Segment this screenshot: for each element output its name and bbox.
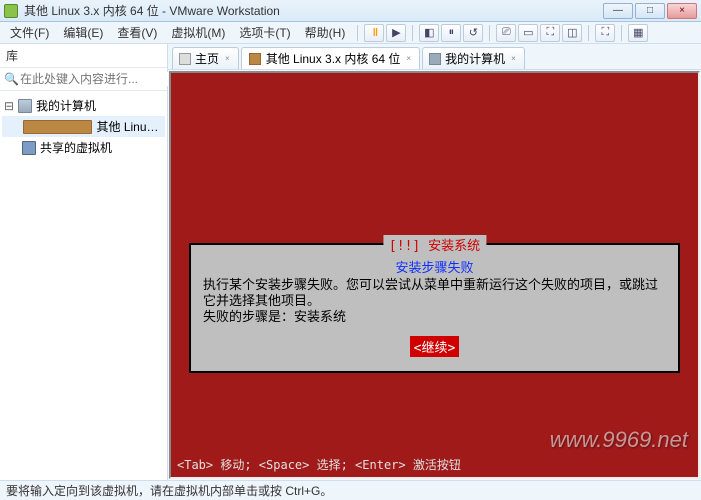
tree-label: 共享的虚拟机 [40, 139, 163, 156]
menu-vm[interactable]: 虚拟机(M) [165, 22, 231, 43]
search-input[interactable] [20, 72, 175, 86]
tree-label: 其他 Linux 3.x 内核 64 [97, 118, 164, 135]
search-icon: 🔍 [4, 72, 18, 86]
maximize-button[interactable]: □ [635, 3, 665, 19]
tree-label: 我的计算机 [36, 97, 163, 114]
separator [489, 25, 490, 41]
separator [621, 25, 622, 41]
tab-label: 我的计算机 [445, 50, 505, 67]
continue-button[interactable]: <继续> [410, 336, 460, 357]
dialog-body: 执行某个安装步骤失败。您可以尝试从菜单中重新运行这个失败的项目，或跳过它并选择其… [203, 278, 666, 326]
menu-edit[interactable]: 编辑(E) [57, 22, 109, 43]
vm-icon [249, 53, 261, 65]
pause-button[interactable]: ‖ [364, 24, 384, 42]
sidebar: 库 🔍 ▾ ⊟ 我的计算机 其他 Linux 3.x 内核 64 共享的虚拟机 [0, 44, 168, 480]
play-icon: ▶ [392, 26, 400, 39]
power-button[interactable]: ▶ [386, 24, 406, 42]
tab-label: 主页 [195, 50, 219, 67]
menu-help[interactable]: 帮助(H) [299, 22, 352, 43]
dialog-line1: 执行某个安装步骤失败。您可以尝试从菜单中重新运行这个失败的项目，或跳过它并选择其… [203, 278, 666, 310]
menu-view[interactable]: 查看(V) [111, 22, 163, 43]
revert-icon: ↺ [469, 26, 478, 39]
dialog-caption: [!!] 安装系统 [383, 235, 486, 254]
dialog-button-row: <继续> [203, 336, 666, 357]
minimize-button[interactable]: — [603, 3, 633, 19]
sidebar-header: 库 [0, 44, 167, 68]
suspend-icon: ⏸ [449, 26, 455, 39]
search-row: 🔍 ▾ [0, 68, 167, 91]
tree-shared-vms[interactable]: 共享的虚拟机 [2, 137, 165, 158]
tab-strip: 主页 × 其他 Linux 3.x 内核 64 位 × 我的计算机 × [168, 44, 701, 70]
tab-label: 其他 Linux 3.x 内核 64 位 [266, 50, 401, 67]
menu-bar: 文件(F) 编辑(E) 查看(V) 虚拟机(M) 选项卡(T) 帮助(H) ‖ … [0, 22, 701, 44]
display2-button[interactable]: ▭ [518, 24, 538, 42]
revert-button[interactable]: ↺ [463, 24, 483, 42]
status-text: 要将输入定向到该虚拟机，请在虚拟机内部单击或按 Ctrl+G。 [6, 482, 332, 499]
main-area: 库 🔍 ▾ ⊟ 我的计算机 其他 Linux 3.x 内核 64 共享的虚拟机 [0, 44, 701, 480]
menu-tabs[interactable]: 选项卡(T) [233, 22, 296, 43]
tab-close[interactable]: × [509, 54, 518, 63]
fit-icon: ⛶ [546, 26, 554, 39]
fullscreen-icon: ⛶ [601, 26, 609, 39]
computer-icon [18, 99, 32, 113]
library-icon: ▦ [633, 26, 643, 39]
suspend-button[interactable]: ⏸ [441, 24, 461, 42]
tab-close[interactable]: × [223, 54, 232, 63]
expander-icon[interactable]: ⊟ [4, 99, 14, 113]
shared-icon [22, 141, 36, 155]
fullscreen-button[interactable]: ⛶ [595, 24, 615, 42]
separator [357, 25, 358, 41]
tab-close[interactable]: × [404, 54, 413, 63]
separator [412, 25, 413, 41]
menu-file[interactable]: 文件(F) [4, 22, 55, 43]
vm-icon [23, 120, 92, 134]
tab-vm-linux[interactable]: 其他 Linux 3.x 内核 64 位 × [241, 47, 420, 69]
fit-button[interactable]: ⛶ [540, 24, 560, 42]
content-area: 主页 × 其他 Linux 3.x 内核 64 位 × 我的计算机 × [!!]… [168, 44, 701, 480]
tree-vm-linux[interactable]: 其他 Linux 3.x 内核 64 [2, 116, 165, 137]
library-tree: ⊟ 我的计算机 其他 Linux 3.x 内核 64 共享的虚拟机 [0, 91, 167, 162]
title-bar: 其他 Linux 3.x 内核 64 位 - VMware Workstatio… [0, 0, 701, 22]
window-icon: ▭ [523, 26, 533, 39]
snapshot-button[interactable]: ◧ [419, 24, 439, 42]
dialog-error-title: 安装步骤失败 [203, 257, 666, 276]
snapshot-icon: ◧ [424, 26, 434, 39]
window-title: 其他 Linux 3.x 内核 64 位 - VMware Workstatio… [24, 2, 601, 19]
status-bar: 要将输入定向到该虚拟机，请在虚拟机内部单击或按 Ctrl+G。 [0, 480, 701, 500]
unity-button[interactable]: ◫ [562, 24, 582, 42]
display1-button[interactable]: ⎚ [496, 24, 516, 42]
separator [588, 25, 589, 41]
dialog-line2: 失败的步骤是：安装系统 [203, 310, 666, 326]
computer-icon [429, 53, 441, 65]
tab-my-computer[interactable]: 我的计算机 × [422, 47, 525, 69]
window-controls: — □ × [601, 3, 697, 19]
home-icon [179, 53, 191, 65]
close-button[interactable]: × [667, 3, 697, 19]
tab-home[interactable]: 主页 × [172, 47, 239, 69]
unity-icon: ◫ [567, 26, 577, 39]
installer-hint: <Tab> 移动; <Space> 选择; <Enter> 激活按钮 [177, 456, 461, 473]
vm-display[interactable]: [!!] 安装系统 安装步骤失败 执行某个安装步骤失败。您可以尝试从菜单中重新运… [169, 71, 700, 479]
watermark: www.9969.net [550, 427, 688, 453]
installer-dialog: [!!] 安装系统 安装步骤失败 执行某个安装步骤失败。您可以尝试从菜单中重新运… [189, 243, 680, 373]
tree-root-my-computer[interactable]: ⊟ 我的计算机 [2, 95, 165, 116]
app-icon [4, 4, 18, 18]
library-button[interactable]: ▦ [628, 24, 648, 42]
monitor-icon: ⎚ [502, 26, 511, 39]
